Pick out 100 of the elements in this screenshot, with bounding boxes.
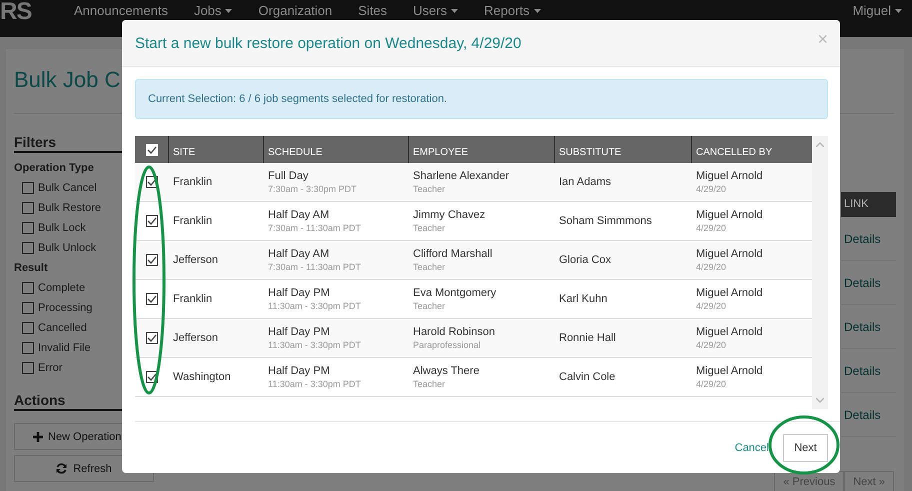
table-cell: Franklin bbox=[173, 176, 212, 188]
checkbox[interactable] bbox=[22, 322, 34, 334]
table-cell: 4/29/20 bbox=[696, 184, 726, 194]
checkbox[interactable] bbox=[22, 202, 34, 214]
table-cell: Teacher bbox=[413, 262, 446, 272]
table-cell: Half Day PM bbox=[268, 365, 330, 377]
table-cell: Karl Kuhn bbox=[559, 293, 608, 305]
refresh-icon bbox=[56, 463, 68, 474]
table-cell: Eva Montgomery bbox=[413, 287, 496, 299]
checkbox[interactable] bbox=[22, 222, 34, 234]
table-cell: Franklin bbox=[173, 293, 212, 305]
table-cell: Miguel Arnold bbox=[696, 365, 763, 377]
table-cell: Teacher bbox=[413, 223, 446, 233]
table-cell: Half Day PM bbox=[268, 287, 330, 299]
details-link[interactable]: Details bbox=[844, 408, 881, 422]
table-cell: Soham Simmmons bbox=[559, 215, 652, 227]
checkbox-label: Bulk Cancel bbox=[38, 182, 97, 194]
checkbox[interactable] bbox=[22, 182, 34, 194]
table-cell: 11:30am - 3:30pm PDT bbox=[268, 301, 361, 311]
checkbox[interactable] bbox=[22, 362, 34, 374]
row-checkbox[interactable] bbox=[146, 254, 158, 266]
plus-icon bbox=[33, 432, 43, 442]
details-link[interactable]: Details bbox=[844, 364, 881, 378]
checkbox[interactable] bbox=[22, 282, 34, 294]
column-header: EMPLOYEE bbox=[413, 147, 468, 158]
table-cell: 7:30am - 3:30pm PDT bbox=[268, 184, 357, 194]
table-cell: Miguel Arnold bbox=[696, 209, 763, 221]
table-cell: 7:30am - 11:30am PDT bbox=[268, 262, 361, 272]
table-cell: Half Day PM bbox=[268, 326, 330, 338]
checkbox-label: Complete bbox=[38, 282, 86, 294]
table-cell: Calvin Cole bbox=[559, 371, 616, 383]
row-checkbox[interactable] bbox=[146, 293, 158, 305]
checkbox-label: Error bbox=[38, 362, 62, 374]
details-link[interactable]: Details bbox=[844, 320, 881, 334]
table-cell: Teacher bbox=[413, 184, 446, 194]
checkbox-label: Bulk Lock bbox=[38, 222, 86, 234]
table-cell: Miguel Arnold bbox=[696, 170, 763, 182]
row-checkbox[interactable] bbox=[146, 332, 158, 344]
checkbox-label: Bulk Restore bbox=[38, 202, 101, 214]
table-cell: 11:30am - 3:30pm PDT bbox=[268, 340, 361, 350]
column-header: SCHEDULE bbox=[268, 147, 322, 158]
nav-menu-item[interactable]: Jobs bbox=[194, 3, 232, 18]
table-cell: Miguel Arnold bbox=[696, 248, 763, 260]
table-cell: Clifford Marshall bbox=[413, 248, 492, 260]
column-header: CANCELLED BY bbox=[696, 147, 772, 158]
cancel-link[interactable]: Cancel bbox=[734, 442, 769, 454]
select-all-checkbox[interactable] bbox=[146, 144, 158, 156]
details-link[interactable]: Details bbox=[844, 232, 881, 246]
table-cell: Jefferson bbox=[173, 332, 218, 344]
table-cell: 7:30am - 11:30am PDT bbox=[268, 223, 361, 233]
table-cell: 4/29/20 bbox=[696, 379, 726, 389]
table-cell: 11:30am - 3:30pm PDT bbox=[268, 379, 361, 389]
table-cell: Gloria Cox bbox=[559, 254, 611, 266]
column-header: SUBSTITUTE bbox=[559, 147, 622, 158]
highlight-ellipse bbox=[768, 415, 840, 475]
table-cell: Teacher bbox=[413, 379, 446, 389]
table-cell: Half Day AM bbox=[268, 248, 330, 260]
details-link[interactable]: Details bbox=[844, 276, 881, 290]
column-header: LINK bbox=[841, 192, 896, 217]
table-cell: Paraprofessional bbox=[413, 340, 481, 350]
nav-menu-item[interactable]: Users bbox=[413, 3, 458, 18]
row-checkbox[interactable] bbox=[146, 215, 158, 227]
page-title: Bulk Job C bbox=[14, 67, 120, 92]
user-menu[interactable]: Miguel bbox=[852, 3, 902, 18]
table-cell: Full Day bbox=[268, 170, 308, 182]
table-cell: Harold Robinson bbox=[413, 326, 495, 338]
table-cell: Half Day AM bbox=[268, 209, 330, 221]
checkbox-label: Bulk Unlock bbox=[38, 242, 96, 254]
table-cell: 4/29/20 bbox=[696, 262, 726, 272]
table-cell: Sharlene Alexander bbox=[413, 170, 510, 182]
checkbox[interactable] bbox=[22, 242, 34, 254]
nav-menu-item[interactable]: Reports bbox=[484, 3, 541, 18]
table-cell: 4/29/20 bbox=[696, 223, 726, 233]
group-heading: Operation Type bbox=[14, 162, 95, 174]
scrollbar[interactable] bbox=[812, 136, 828, 409]
table-cell: Washington bbox=[173, 371, 231, 383]
nav-menu-item[interactable]: Organization bbox=[258, 3, 332, 18]
nav-menu-item[interactable]: Announcements bbox=[74, 3, 168, 18]
logo[interactable]: RS bbox=[0, 0, 74, 24]
column-header: SITE bbox=[173, 147, 196, 158]
table-cell: Franklin bbox=[173, 215, 212, 227]
table-cell: Teacher bbox=[413, 301, 446, 311]
next-button[interactable]: Next bbox=[783, 434, 828, 462]
checkbox-label: Invalid File bbox=[38, 342, 91, 354]
table-cell: 4/29/20 bbox=[696, 340, 726, 350]
table-cell: Miguel Arnold bbox=[696, 326, 763, 338]
table-cell: Miguel Arnold bbox=[696, 287, 763, 299]
group-heading: Result bbox=[14, 262, 49, 274]
table-cell: Always There bbox=[413, 365, 480, 377]
nav-menu-item[interactable]: Sites bbox=[358, 3, 388, 18]
checkbox[interactable] bbox=[22, 302, 34, 314]
checkbox-label: Processing bbox=[38, 302, 92, 314]
info-alert: Current Selection: 6 / 6 job segments selected for restoration. bbox=[135, 79, 828, 119]
scroll-down-icon bbox=[816, 398, 824, 403]
table-cell: Jefferson bbox=[173, 254, 218, 266]
pagination-button[interactable]: Next » bbox=[844, 471, 894, 491]
scroll-up-icon bbox=[816, 142, 824, 147]
checkbox[interactable] bbox=[22, 342, 34, 354]
table-cell: Ian Adams bbox=[559, 176, 611, 188]
table-cell: Ronnie Hall bbox=[559, 332, 616, 344]
